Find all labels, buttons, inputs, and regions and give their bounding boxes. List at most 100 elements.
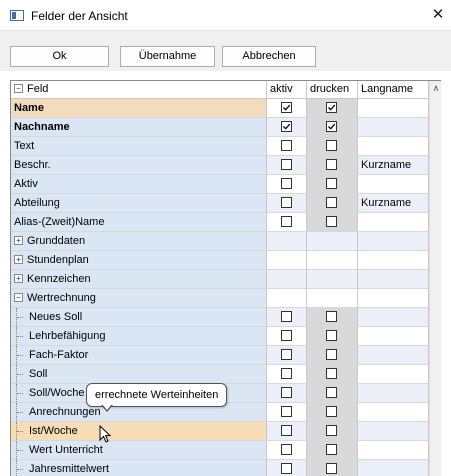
cell-langname[interactable] <box>358 232 429 251</box>
collapse-all-icon[interactable]: − <box>14 83 23 93</box>
close-button[interactable]: ✕ <box>428 5 448 25</box>
table-row[interactable]: Alias-(Zweit)Name <box>11 213 429 232</box>
table-row[interactable]: Lehrbefähigung <box>11 327 429 346</box>
cell-feld[interactable]: Jahresmittelwert <box>11 460 267 476</box>
cell-feld[interactable]: Fach-Faktor <box>11 346 267 365</box>
drucken-checkbox[interactable] <box>326 368 337 379</box>
expand-icon[interactable]: + <box>14 235 23 245</box>
table-row[interactable]: Neues Soll <box>11 308 429 327</box>
ok-button[interactable]: Ok <box>10 46 109 67</box>
table-row[interactable]: Text <box>11 137 429 156</box>
cell-feld[interactable]: Ist/Woche <box>11 422 267 441</box>
uebernahme-button[interactable]: Übernahme <box>120 46 215 67</box>
column-header-drucken[interactable]: drucken <box>307 81 358 98</box>
cell-langname[interactable] <box>358 327 429 346</box>
table-row[interactable]: Name <box>11 99 429 118</box>
aktiv-checkbox[interactable] <box>281 140 292 151</box>
drucken-checkbox[interactable] <box>326 311 337 322</box>
drucken-checkbox[interactable] <box>326 463 337 474</box>
table-row[interactable]: Abteilung Kurzname <box>11 194 429 213</box>
group-row[interactable]: − Wertrechnung <box>11 289 429 308</box>
cell-langname[interactable] <box>358 118 429 137</box>
drucken-checkbox[interactable] <box>326 159 337 170</box>
cell-feld[interactable]: Lehrbefähigung <box>11 327 267 346</box>
aktiv-checkbox[interactable] <box>281 311 292 322</box>
cell-feld[interactable]: Abteilung <box>11 194 267 213</box>
scroll-up-icon[interactable]: ∧ <box>430 83 441 94</box>
cell-langname[interactable] <box>358 213 429 232</box>
aktiv-checkbox[interactable] <box>281 197 292 208</box>
aktiv-checkbox[interactable] <box>281 216 292 227</box>
cell-feld[interactable]: Nachname <box>11 118 267 137</box>
aktiv-checkbox[interactable] <box>281 444 292 455</box>
drucken-checkbox[interactable] <box>326 197 337 208</box>
cell-feld[interactable]: − Wertrechnung <box>11 289 267 308</box>
aktiv-checkbox[interactable] <box>281 121 292 132</box>
aktiv-checkbox[interactable] <box>281 463 292 474</box>
cell-feld[interactable]: Beschr. <box>11 156 267 175</box>
cell-langname[interactable] <box>358 289 429 308</box>
drucken-checkbox[interactable] <box>326 349 337 360</box>
drucken-checkbox[interactable] <box>326 140 337 151</box>
cell-langname[interactable] <box>358 99 429 118</box>
group-row[interactable]: + Stundenplan <box>11 251 429 270</box>
cell-langname[interactable] <box>358 270 429 289</box>
expand-icon[interactable]: + <box>14 273 23 283</box>
cell-langname[interactable] <box>358 346 429 365</box>
cell-feld[interactable]: Wert Unterricht <box>11 441 267 460</box>
drucken-checkbox[interactable] <box>326 330 337 341</box>
vertical-scrollbar[interactable]: ∧ <box>429 81 441 476</box>
cell-langname[interactable] <box>358 308 429 327</box>
cell-feld[interactable]: Alias-(Zweit)Name <box>11 213 267 232</box>
table-row[interactable]: Fach-Faktor <box>11 346 429 365</box>
table-row[interactable]: Beschr. Kurzname <box>11 156 429 175</box>
aktiv-checkbox[interactable] <box>281 406 292 417</box>
column-header-aktiv[interactable]: aktiv <box>267 81 307 98</box>
group-row[interactable]: + Kennzeichen <box>11 270 429 289</box>
cell-feld[interactable]: + Grunddaten <box>11 232 267 251</box>
cell-langname[interactable] <box>358 460 429 476</box>
table-row[interactable]: Soll <box>11 365 429 384</box>
drucken-checkbox[interactable] <box>326 444 337 455</box>
cell-feld[interactable]: Soll <box>11 365 267 384</box>
cell-feld[interactable]: + Kennzeichen <box>11 270 267 289</box>
table-row[interactable]: Ist/Woche <box>11 422 429 441</box>
cell-langname[interactable] <box>358 365 429 384</box>
cell-langname[interactable]: Kurzname <box>358 156 429 175</box>
table-row[interactable]: Jahresmittelwert <box>11 460 429 476</box>
aktiv-checkbox[interactable] <box>281 330 292 341</box>
cell-langname[interactable] <box>358 251 429 270</box>
aktiv-checkbox[interactable] <box>281 387 292 398</box>
cell-langname[interactable] <box>358 175 429 194</box>
cell-feld[interactable]: Aktiv <box>11 175 267 194</box>
cell-feld[interactable]: Name <box>11 99 267 118</box>
aktiv-checkbox[interactable] <box>281 102 292 113</box>
cell-langname[interactable] <box>358 384 429 403</box>
cell-langname[interactable] <box>358 137 429 156</box>
drucken-checkbox[interactable] <box>326 121 337 132</box>
cell-feld[interactable]: + Stundenplan <box>11 251 267 270</box>
aktiv-checkbox[interactable] <box>281 368 292 379</box>
drucken-checkbox[interactable] <box>326 102 337 113</box>
aktiv-checkbox[interactable] <box>281 178 292 189</box>
column-header-langname[interactable]: Langname <box>358 81 429 98</box>
table-row[interactable]: Wert Unterricht <box>11 441 429 460</box>
collapse-icon[interactable]: − <box>14 292 23 302</box>
table-row[interactable]: Nachname <box>11 118 429 137</box>
drucken-checkbox[interactable] <box>326 178 337 189</box>
aktiv-checkbox[interactable] <box>281 425 292 436</box>
abbrechen-button[interactable]: Abbrechen <box>222 46 316 67</box>
drucken-checkbox[interactable] <box>326 406 337 417</box>
cell-langname[interactable] <box>358 441 429 460</box>
aktiv-checkbox[interactable] <box>281 159 292 170</box>
column-header-feld[interactable]: − Feld <box>11 81 267 98</box>
table-row[interactable]: Aktiv <box>11 175 429 194</box>
drucken-checkbox[interactable] <box>326 387 337 398</box>
cell-langname[interactable] <box>358 403 429 422</box>
drucken-checkbox[interactable] <box>326 425 337 436</box>
cell-langname[interactable] <box>358 422 429 441</box>
group-row[interactable]: + Grunddaten <box>11 232 429 251</box>
expand-icon[interactable]: + <box>14 254 23 264</box>
cell-feld[interactable]: Neues Soll <box>11 308 267 327</box>
cell-langname[interactable]: Kurzname <box>358 194 429 213</box>
